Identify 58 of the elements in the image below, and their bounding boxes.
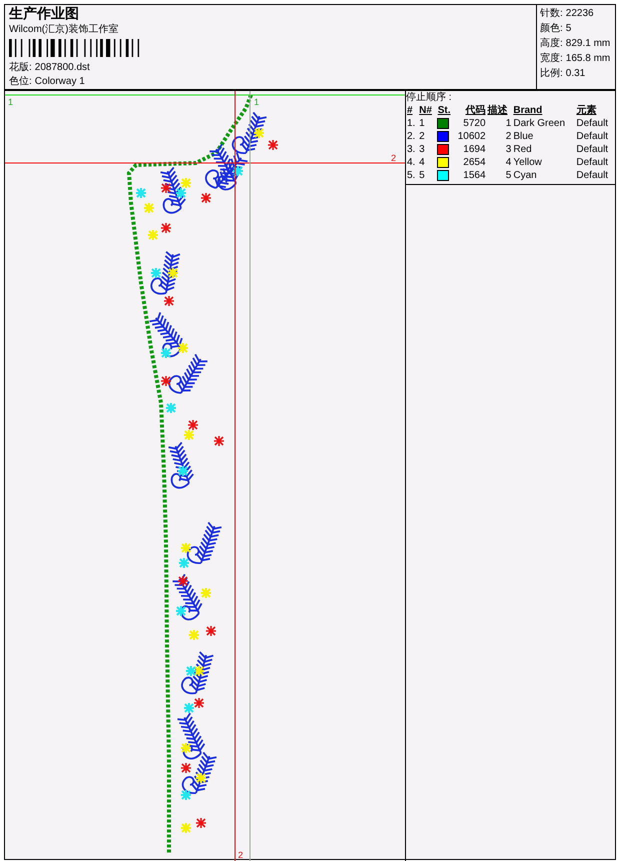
stop-sequence-title: 停止顺序 : xyxy=(406,92,453,104)
column-header: St. xyxy=(436,104,452,117)
company-name: Wilcom(汇京)装饰工作室 xyxy=(9,23,120,36)
colorway-label: 色位: xyxy=(9,75,32,88)
info-label: 比例: xyxy=(540,67,563,80)
table-cell-text: 1. xyxy=(406,117,416,130)
column-header: 代码 xyxy=(464,104,487,117)
column-header: 元素 xyxy=(575,104,598,117)
table-cell-text: 5 xyxy=(504,169,512,182)
info-label: 宽度: xyxy=(540,52,563,65)
info-value: 0.31 xyxy=(566,67,586,80)
info-value: 829.1 mm xyxy=(566,37,610,50)
design-file: 2087800.dst xyxy=(34,61,90,74)
table-cell-text: Blue xyxy=(512,130,534,143)
table-cell-text: 2654 xyxy=(462,156,487,169)
table-cell-text: 4. xyxy=(406,156,416,169)
design-label: 花版: xyxy=(9,61,32,74)
table-cell-text: 1694 xyxy=(462,143,487,156)
table-cell-text: Cyan xyxy=(512,169,538,182)
table-cell-text: 1564 xyxy=(462,169,487,182)
info-value: 165.8 mm xyxy=(566,52,610,65)
guide-number: 1 xyxy=(8,98,14,107)
info-value: 22236 xyxy=(566,7,594,20)
table-cell-text: 3. xyxy=(406,143,416,156)
table-cell-text: 2. xyxy=(406,130,416,143)
table-cell-text: 3 xyxy=(504,143,512,156)
sheet-title: 生产作业图 xyxy=(9,6,80,22)
table-cell-text: 2 xyxy=(418,130,426,143)
table-cell-text: 3 xyxy=(418,143,426,156)
guide-number: 1 xyxy=(254,98,260,107)
guide-number: 2 xyxy=(391,154,396,163)
colorway-value: Colorway 1 xyxy=(34,75,85,88)
column-header: 描述 xyxy=(486,104,509,117)
table-cell-text: Yellow xyxy=(512,156,543,169)
table-cell-text: 1 xyxy=(418,117,426,130)
table-cell-text: Default xyxy=(575,143,610,156)
info-label: 针数: xyxy=(540,7,563,20)
column-header: Brand xyxy=(512,104,544,117)
table-cell-text: 4 xyxy=(418,156,426,169)
table-cell-text: Default xyxy=(575,117,610,130)
table-cell-text: Dark Green xyxy=(512,117,566,130)
table-cell-text: 5. xyxy=(406,169,416,182)
guide-number: 2 xyxy=(238,851,244,860)
column-header: N# xyxy=(418,104,433,117)
table-cell-text: Red xyxy=(512,143,533,156)
table-cell-text: 5 xyxy=(418,169,426,182)
column-header: # xyxy=(406,104,414,117)
table-cell-text: Default xyxy=(575,130,610,143)
info-label: 颜色: xyxy=(540,22,563,35)
table-cell-text: 4 xyxy=(504,156,512,169)
table-cell-text: Default xyxy=(575,169,610,182)
table-cell-text: 2 xyxy=(504,130,512,143)
table-cell-text: 1 xyxy=(504,117,512,130)
table-cell-text: 5720 xyxy=(462,117,487,130)
table-cell-text: Default xyxy=(575,156,610,169)
info-label: 高度: xyxy=(540,37,563,50)
info-value: 5 xyxy=(566,22,572,35)
table-cell-text: 10602 xyxy=(456,130,487,143)
